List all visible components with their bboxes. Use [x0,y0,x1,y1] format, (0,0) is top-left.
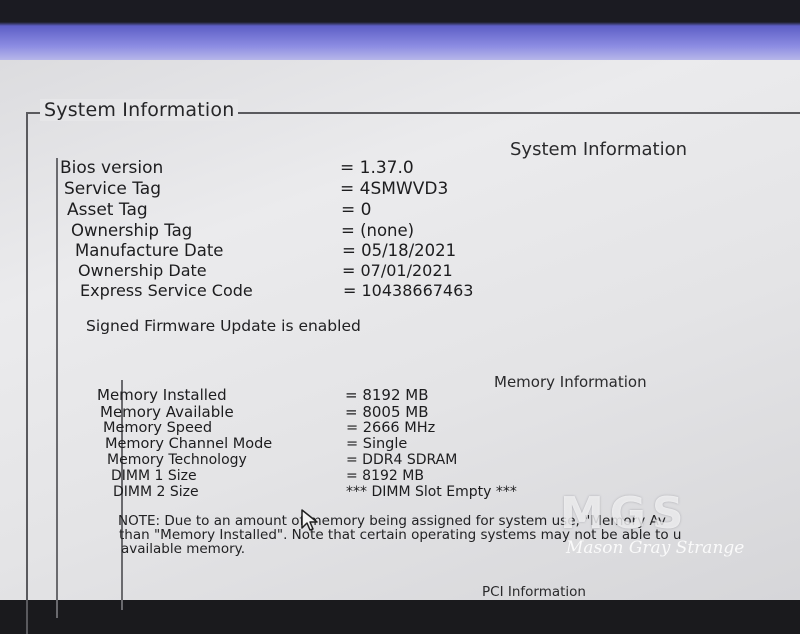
memory-info-row-value: = 2666 MHz [346,420,436,436]
system-info-row-value: = 10438667463 [343,281,474,300]
memory-info-row-label: DIMM 1 Size [111,468,197,484]
system-info-row-label: Express Service Code [80,281,253,300]
system-info-row-value: = 05/18/2021 [342,241,457,260]
memory-info-row-label: Memory Technology [107,452,247,468]
watermark-logo: MGS [560,488,690,539]
memory-info-row-label: Memory Speed [103,420,213,436]
memory-info-row-value: *** DIMM Slot Empty *** [346,484,517,500]
system-info-row-label: Manufacture Date [75,241,224,260]
system-info-heading: System Information [510,139,688,160]
memory-info-row-value: = 8005 MB [345,403,429,421]
memory-info-row-value: = 8192 MB [346,468,424,484]
memory-info-row-label: Memory Channel Mode [105,436,273,452]
memory-info-row-label: DIMM 2 Size [113,484,199,500]
memory-info-row-label: Memory Available [100,403,234,421]
system-info-row-value: = (none) [341,221,415,240]
system-info-row-value: = 07/01/2021 [342,261,453,280]
system-info-row-value: = 4SMWVD3 [340,179,449,199]
system-info-row-label: Service Tag [64,179,162,199]
mouse-pointer-icon [301,509,318,531]
memory-note-line-3: available memory. [121,541,245,557]
memory-info-row-value: = DDR4 SDRAM [346,452,458,468]
firmware-status-text: Signed Firmware Update is enabled [86,317,361,335]
watermark-name: Mason Gray Strange [566,538,745,558]
system-info-row-label: Asset Tag [67,200,148,220]
system-info-row-value: = 0 [341,200,372,220]
system-info-row-value: = 1.37.0 [340,158,414,178]
memory-info-row-label: Memory Installed [97,386,227,404]
system-info-row-label: Ownership Date [78,261,207,280]
title-band [0,0,800,62]
memory-info-row-value: = 8192 MB [345,386,429,404]
system-info-row-label: Ownership Tag [71,221,193,240]
memory-info-heading: Memory Information [494,373,647,391]
watermark: MGS Mason Gray Strange [560,488,800,568]
pci-info-heading: PCI Information [482,584,586,600]
memory-info-row-value: = Single [346,436,408,452]
groupbox-title: System Information [40,99,239,121]
system-info-row-label: Bios version [60,158,164,178]
